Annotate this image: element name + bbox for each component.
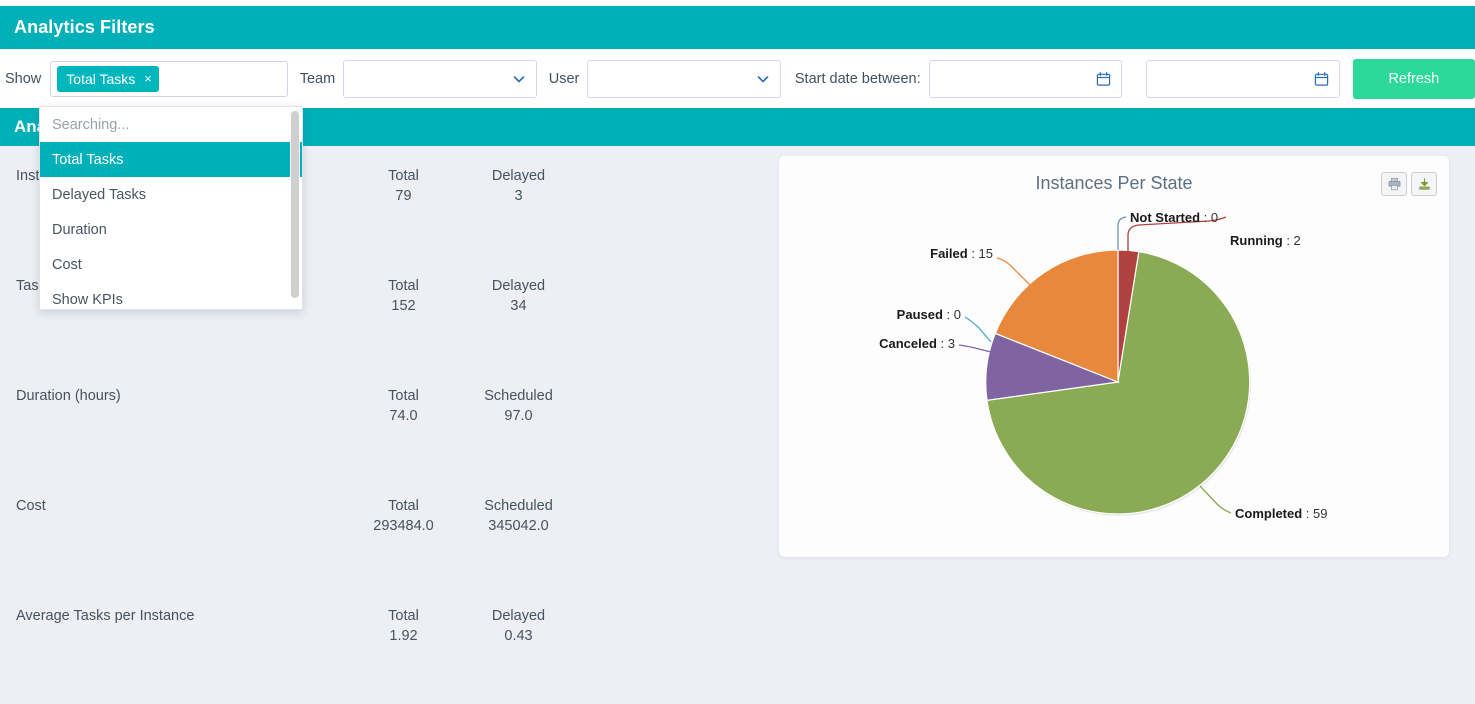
- kpi-name: Average Tasks per Instance: [16, 608, 195, 624]
- start-date-from-input[interactable]: [928, 59, 1123, 98]
- dropdown-search-placeholder: Searching...: [52, 116, 130, 133]
- kpi-metric-label: Delayed: [491, 278, 546, 294]
- kpi-metric: Delayed 34: [461, 276, 576, 316]
- leader-line-not-started: [1117, 216, 1127, 250]
- table-row: Average Tasks per Instance Total 1.92 De…: [12, 594, 752, 704]
- kpi-metric-label: Total: [388, 498, 419, 514]
- kpi-metric: Scheduled 345042.0: [461, 496, 576, 536]
- start-date-label: Start date between:: [794, 70, 921, 87]
- analytics-filters-header: Analytics Filters: [0, 6, 1475, 49]
- page-title: Analytics Filters: [14, 17, 155, 37]
- instances-per-state-chart-card: Instances Per State Not Started: 0 Runn…: [779, 156, 1449, 557]
- kpi-metric-label: Scheduled: [484, 388, 553, 404]
- dropdown-option-label: Show KPIs: [52, 291, 123, 308]
- dropdown-option-label: Cost: [52, 256, 82, 273]
- kpi-metric-value: 79: [395, 188, 412, 204]
- leader-line-paused: [964, 316, 992, 343]
- pie-label-completed: Completed : 59: [1235, 506, 1327, 521]
- pie-label-failed: Failed : 15: [930, 246, 993, 261]
- kpi-metric-label: Scheduled: [484, 498, 553, 514]
- pie-label-canceled: Canceled : 3: [879, 336, 955, 351]
- dropdown-search-field[interactable]: Searching...: [40, 107, 302, 142]
- leader-line-failed: [996, 257, 1032, 287]
- kpi-metric-value: 1.92: [389, 628, 418, 644]
- kpi-metric-value: 345042.0: [488, 518, 549, 534]
- kpi-metric-value: 3: [514, 188, 523, 204]
- user-select[interactable]: [587, 59, 781, 98]
- table-row: Duration (hours) Total 74.0 Scheduled 97…: [12, 374, 752, 484]
- instances-per-state-pie: Not Started : 0 Running : 2 Failed : 15 …: [879, 210, 1327, 521]
- kpi-name: Duration (hours): [16, 388, 121, 404]
- kpi-metric: Delayed 0.43: [461, 606, 576, 646]
- filter-bar: Show Total Tasks × Team User Start date …: [0, 49, 1475, 108]
- leader-line-completed: [1199, 485, 1232, 514]
- chevron-down-icon: [757, 75, 769, 82]
- dropdown-option-duration[interactable]: Duration: [40, 212, 302, 247]
- dropdown-option-cost[interactable]: Cost: [40, 247, 302, 282]
- chip-remove-icon[interactable]: ×: [144, 72, 152, 85]
- kpi-metric: Scheduled 97.0: [461, 386, 576, 426]
- dropdown-option-label: Total Tasks: [52, 151, 124, 168]
- leader-line-canceled: [958, 344, 992, 353]
- calendar-icon[interactable]: [1096, 71, 1111, 87]
- chevron-down-icon: [513, 75, 525, 82]
- kpi-metric: Total 74.0: [346, 386, 461, 426]
- kpi-metric: Total 293484.0: [346, 496, 461, 536]
- show-dropdown-menu[interactable]: Searching... Total Tasks Delayed Tasks Dur…: [39, 106, 303, 310]
- dropdown-option-total-tasks[interactable]: Total Tasks: [40, 142, 302, 177]
- refresh-button[interactable]: Refresh: [1352, 58, 1475, 99]
- dropdown-option-label: Duration: [52, 221, 107, 238]
- kpi-metric-label: Total: [388, 168, 419, 184]
- kpi-metric: Total 1.92: [346, 606, 461, 646]
- kpi-metric-label: Delayed: [491, 608, 546, 624]
- kpi-metric-label: Total: [388, 608, 419, 624]
- kpi-metric-value: 293484.0: [373, 518, 434, 534]
- kpi-metric-value: 74.0: [389, 408, 418, 424]
- kpi-metric: Total 152: [346, 276, 461, 316]
- show-multiselect[interactable]: Total Tasks ×: [50, 60, 288, 97]
- user-label: User: [548, 70, 580, 87]
- kpi-name: Cost: [16, 498, 46, 514]
- dropdown-scrollbar-thumb[interactable]: [291, 111, 299, 298]
- show-label: Show: [5, 70, 42, 87]
- table-row: Cost Total 293484.0 Scheduled 345042.0: [12, 484, 752, 594]
- team-label: Team: [299, 70, 336, 87]
- dropdown-option-label: Delayed Tasks: [52, 186, 147, 203]
- calendar-icon[interactable]: [1314, 71, 1329, 87]
- start-date-to-input[interactable]: [1146, 59, 1340, 98]
- kpi-metric-value: 0.43: [504, 628, 533, 644]
- dropdown-option-delayed-tasks[interactable]: Delayed Tasks: [40, 177, 302, 212]
- kpi-metric-label: Delayed: [491, 168, 546, 184]
- chip-label: Total Tasks: [66, 70, 136, 87]
- kpi-metric-value: 97.0: [504, 408, 533, 424]
- pie-label-running: Running : 2: [1230, 233, 1301, 248]
- pie-label-not-started: Not Started : 0: [1130, 210, 1218, 225]
- kpi-metric: Delayed 3: [461, 166, 576, 206]
- team-select[interactable]: [343, 59, 537, 98]
- dropdown-option-list: Total Tasks Delayed Tasks Duration Cost Show…: [40, 142, 302, 309]
- chip-total-tasks[interactable]: Total Tasks ×: [57, 65, 159, 92]
- dropdown-option-show-kpis[interactable]: Show KPIs: [40, 282, 302, 309]
- pie-label-paused: Paused : 0: [897, 307, 961, 322]
- kpi-metric-value: 34: [510, 298, 527, 314]
- kpi-metric-value: 152: [391, 298, 416, 314]
- kpi-metric-label: Total: [388, 278, 419, 294]
- kpi-metric-label: Total: [388, 388, 419, 404]
- kpi-metric: Total 79: [346, 166, 461, 206]
